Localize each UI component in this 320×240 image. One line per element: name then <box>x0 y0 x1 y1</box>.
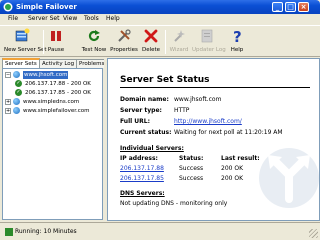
tree-node-set[interactable]: + www.simplefailover.com <box>5 107 100 115</box>
expand-icon[interactable]: + <box>5 99 11 105</box>
toolbar-separator <box>43 30 44 54</box>
globe-icon <box>13 98 20 105</box>
server-result: 200 OK <box>221 175 244 182</box>
status-label: Current status: <box>120 129 172 136</box>
pause-label: Pause <box>47 47 65 53</box>
resize-grip[interactable] <box>309 229 318 238</box>
heading-rule <box>120 87 310 88</box>
server-ip-link[interactable]: 206.137.17.88 <box>120 165 164 173</box>
tab-activity-log[interactable]: Activity Log <box>39 59 78 68</box>
server-status: Success <box>179 165 204 172</box>
delete-icon <box>144 29 158 43</box>
domain-value: www.jhsoft.com <box>174 96 222 103</box>
check-icon: ✓ <box>15 89 22 96</box>
updater-log-icon <box>201 29 213 43</box>
url-link[interactable]: http://www.jhsoft.com/ <box>174 118 242 126</box>
status-bar: Running: 10 Minutes <box>0 222 320 240</box>
tree-node-set[interactable]: + www.simpledns.com <box>5 98 100 106</box>
tab-problems[interactable]: Problems <box>76 59 108 68</box>
help-button[interactable]: ? Help <box>228 28 246 56</box>
delete-button[interactable]: Delete <box>140 28 162 56</box>
delete-label: Delete <box>141 47 161 53</box>
server-status: Success <box>179 175 204 182</box>
tree-node-label: 206.137.17.88 - 200 OK <box>25 81 91 87</box>
menu-bar: File Server Set View Tools Help <box>0 14 320 24</box>
tab-server-sets[interactable]: Server Sets <box>2 58 40 68</box>
details-heading: Server Set Status <box>120 75 210 85</box>
type-label: Server type: <box>120 107 162 114</box>
tree-node-label: www.jhsoft.com <box>23 71 69 79</box>
pause-button[interactable]: Pause <box>46 28 66 56</box>
check-icon: ✓ <box>15 80 22 87</box>
collapse-icon[interactable]: − <box>5 72 11 78</box>
tab-strip: Server Sets Activity Log Problems <box>2 58 108 68</box>
tree-node-server[interactable]: ✓ 206.137.17.85 - 200 OK <box>5 89 100 97</box>
window-title: Simple Failover <box>16 3 77 11</box>
updater-log-label: Updater Log <box>192 47 226 53</box>
status-value: Waiting for next poll at 11:20:19 AM <box>174 129 283 136</box>
new-server-set-label: New Server Set <box>4 47 47 53</box>
new-server-set-button[interactable]: New Server Set <box>4 28 47 56</box>
server-ip-link[interactable]: 206.137.17.85 <box>120 175 164 183</box>
type-value: HTTP <box>174 107 190 114</box>
properties-icon <box>118 29 131 42</box>
menu-server-set[interactable]: Server Set <box>28 15 59 23</box>
toolbar: New Server Set Pause Test Now Properties… <box>0 25 320 57</box>
minimize-button[interactable]: _ <box>272 2 283 12</box>
wizard-label: Wizard <box>169 47 189 53</box>
title-bar: Simple Failover _ □ × <box>0 0 320 14</box>
col-ip-address: IP address: <box>120 155 158 162</box>
dns-status-text: Not updating DNS - monitoring only <box>120 200 228 207</box>
maximize-button[interactable]: □ <box>285 2 296 12</box>
server-set-tree: − www.jhsoft.com ✓ 206.137.17.88 - 200 O… <box>2 68 103 220</box>
left-pane: Server Sets Activity Log Problems − www.… <box>0 58 108 221</box>
status-text: Running: 10 Minutes <box>15 228 77 235</box>
menu-help[interactable]: Help <box>106 15 120 23</box>
menu-tools[interactable]: Tools <box>84 15 99 23</box>
properties-button[interactable]: Properties <box>110 28 138 56</box>
failover-arrows-watermark <box>259 148 319 208</box>
help-icon: ? <box>233 28 242 44</box>
tree-node-set[interactable]: − www.jhsoft.com <box>5 71 100 79</box>
properties-label: Properties <box>110 47 138 53</box>
test-now-button[interactable]: Test Now <box>80 28 108 56</box>
tree-node-server[interactable]: ✓ 206.137.17.88 - 200 OK <box>5 80 100 88</box>
details-pane: Server Set Status Domain name: www.jhsof… <box>107 58 320 221</box>
col-status: Status: <box>179 155 204 162</box>
tree-node-label: www.simpledns.com <box>23 99 80 105</box>
updater-log-button[interactable]: Updater Log <box>192 28 226 56</box>
domain-label: Domain name: <box>120 96 169 103</box>
globe-icon <box>13 71 20 78</box>
close-button[interactable]: × <box>298 2 309 12</box>
url-label: Full URL: <box>120 118 150 125</box>
new-server-set-icon <box>15 28 30 42</box>
col-last-result: Last result: <box>221 155 260 162</box>
server-result: 200 OK <box>221 165 244 172</box>
expand-icon[interactable]: + <box>5 108 11 114</box>
help-label: Help <box>230 47 244 53</box>
tree-node-label: www.simplefailover.com <box>23 108 90 114</box>
dns-servers-heading: DNS Servers: <box>120 190 165 197</box>
pause-icon <box>51 31 61 41</box>
individual-servers-heading: Individual Servers: <box>120 145 184 152</box>
globe-icon <box>13 107 20 114</box>
tree-node-label: 206.137.17.85 - 200 OK <box>25 90 91 96</box>
wizard-button[interactable]: Wizard <box>168 28 190 56</box>
menu-view[interactable]: View <box>63 15 77 23</box>
test-now-icon <box>88 30 100 42</box>
running-icon <box>5 228 13 236</box>
menu-file[interactable]: File <box>8 15 18 23</box>
toolbar-separator <box>165 30 166 54</box>
app-icon <box>3 2 13 12</box>
test-now-label: Test Now <box>81 47 107 53</box>
wizard-icon <box>174 30 185 42</box>
svg-text:?: ? <box>233 28 242 44</box>
